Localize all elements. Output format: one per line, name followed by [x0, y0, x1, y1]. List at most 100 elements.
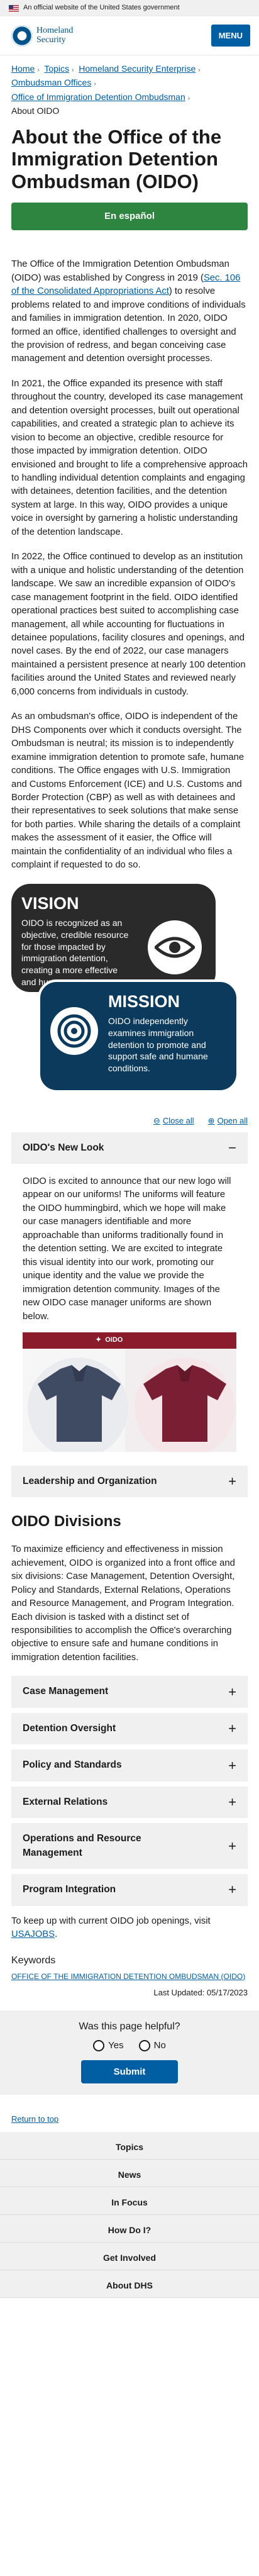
breadcrumb-oido[interactable]: Office of Immigration Detention Ombudsma…	[11, 92, 185, 102]
new-look-text: OIDO is excited to announce that our new…	[23, 1176, 231, 1322]
footer-item-topics[interactable]: Topics	[0, 2132, 259, 2160]
divisions-title: OIDO Divisions	[11, 1513, 121, 1531]
accordion-header-operations-resource[interactable]: Operations and Resource Management +	[11, 1823, 248, 1870]
menu-button[interactable]: MENU	[211, 25, 250, 47]
accordion-division: Program Integration +	[11, 1874, 248, 1906]
breadcrumb-separator-icon: ›	[94, 81, 96, 88]
breadcrumb-separator-icon: ›	[198, 67, 201, 74]
vision-title: VISION	[21, 893, 79, 913]
logo-line2: Security	[36, 35, 66, 45]
breadcrumb-topics[interactable]: Topics	[44, 64, 69, 74]
logo-line1: Homeland	[36, 25, 74, 35]
intro-paragraph-1: The Office of the Immigration Detention …	[11, 258, 248, 366]
plus-icon: +	[228, 1882, 236, 1898]
breadcrumb-separator-icon: ›	[187, 94, 190, 102]
accordion-division: External Relations +	[11, 1786, 248, 1819]
dhs-seal-icon	[11, 25, 33, 47]
accordion-division: Case Management +	[11, 1676, 248, 1708]
accordion-title: Operations and Resource Management	[23, 1833, 141, 1858]
us-flag-icon	[9, 4, 19, 12]
keyword-link-oido[interactable]: OFFICE OF THE IMMIGRATION DETENTION OMBU…	[11, 1971, 248, 1982]
breadcrumb-current: About OIDO	[11, 106, 60, 116]
accordion-title: OIDO's New Look	[23, 1142, 104, 1153]
accordion-header-case-management[interactable]: Case Management +	[11, 1676, 248, 1708]
espanol-button[interactable]: En español	[11, 203, 248, 231]
dhs-logo[interactable]: Homeland Security	[11, 25, 73, 47]
open-all-label: Open all	[217, 1115, 248, 1125]
breadcrumb-separator-icon: ›	[72, 67, 74, 74]
accordion-header-detention-oversight[interactable]: Detention Oversight +	[11, 1712, 248, 1745]
accordion-header-external-relations[interactable]: External Relations +	[11, 1786, 248, 1819]
footer-item-about-dhs[interactable]: About DHS	[0, 2270, 259, 2298]
maroon-polo-shirt-icon	[143, 1365, 226, 1442]
breadcrumb-hse[interactable]: Homeland Security Enterprise	[79, 64, 196, 74]
footer-item-news[interactable]: News	[0, 2160, 259, 2187]
plus-icon: +	[228, 1473, 236, 1490]
feedback-options: Yes No	[0, 2039, 259, 2053]
feedback-yes-radio[interactable]: Yes	[93, 2039, 124, 2053]
para1-text-a: The Office of the Immigration Detention …	[11, 259, 229, 283]
accordion-header-leadership[interactable]: Leadership and Organization +	[11, 1466, 248, 1498]
site-header: Homeland Security MENU	[0, 16, 259, 55]
hummingbird-icon: ✦	[96, 1336, 102, 1344]
mission-title: MISSION	[108, 991, 180, 1011]
accordion-controls: ⊖ Close all ⊕ Open all	[11, 1113, 248, 1132]
footer-nav: Topics News In Focus How Do I? Get Invol…	[0, 2131, 259, 2298]
gov-banner[interactable]: An official website of the United States…	[0, 0, 259, 16]
close-all-link[interactable]: ⊖ Close all	[153, 1115, 194, 1127]
mission-text: OIDO independently examines immigration …	[108, 1015, 208, 1074]
accordion-division: Operations and Resource Management +	[11, 1823, 248, 1870]
keep-up-text-a: To keep up with current OIDO job opening…	[11, 1915, 211, 1926]
breadcrumb-home[interactable]: Home	[11, 64, 35, 74]
feedback-no-label: No	[153, 2040, 166, 2051]
gov-banner-text: An official website of the United States…	[23, 4, 180, 12]
accordion-title: Detention Oversight	[23, 1722, 116, 1734]
accordion-leadership: Leadership and Organization +	[11, 1466, 248, 1498]
plus-icon: +	[228, 1794, 236, 1810]
feedback-no-radio[interactable]: No	[138, 2039, 166, 2053]
plus-icon: +	[228, 1720, 236, 1737]
breadcrumb-ombudsman-offices[interactable]: Ombudsman Offices	[11, 77, 91, 87]
last-updated: Last Updated: 05/17/2023	[153, 1988, 248, 1998]
accordion-division: Detention Oversight +	[11, 1712, 248, 1745]
radio-circle-icon	[138, 2040, 150, 2052]
close-all-label: Close all	[162, 1115, 194, 1125]
keep-up-text-b: .	[55, 1929, 58, 1940]
job-openings-text: To keep up with current OIDO job opening…	[11, 1915, 248, 1942]
uniform-brand: OIDO	[105, 1336, 123, 1344]
uniform-image: ✦ OIDO	[23, 1332, 236, 1452]
return-to-top-link[interactable]: Return to top	[11, 2114, 58, 2126]
intro-paragraph-3: In 2022, the Office continued to develop…	[11, 552, 246, 697]
para1-text-b: ) to resolve problems related to and imp…	[11, 286, 246, 364]
plus-icon: +	[228, 1683, 236, 1700]
open-all-link[interactable]: ⊕ Open all	[208, 1115, 248, 1127]
accordion-header-program-integration[interactable]: Program Integration +	[11, 1874, 248, 1906]
footer-item-how-do-i[interactable]: How Do I?	[0, 2215, 259, 2243]
vision-text: OIDO is recognized as an objective, cred…	[21, 917, 129, 988]
minus-icon: −	[228, 1139, 236, 1156]
footer-item-in-focus[interactable]: In Focus	[0, 2187, 259, 2215]
navy-polo-shirt-icon	[38, 1365, 121, 1442]
usajobs-link[interactable]: USAJOBS	[11, 1929, 55, 1939]
accordion-title: External Relations	[23, 1796, 108, 1807]
breadcrumb: Home › Topics › Homeland Security Enterpri…	[0, 55, 259, 122]
mission-card: MISSION OIDO independently examines immi…	[38, 979, 239, 1093]
plus-icon: ⊕	[207, 1115, 215, 1125]
accordion-header-new-look[interactable]: OIDO's New Look −	[11, 1132, 248, 1164]
feedback-form: Was this page helpful? Yes No Submit	[0, 2010, 259, 2095]
vision-card: VISION OIDO is recognized as an objectiv…	[11, 883, 216, 992]
breadcrumb-separator-icon: ›	[37, 67, 40, 74]
feedback-question: Was this page helpful?	[79, 2021, 180, 2032]
footer-item-get-involved[interactable]: Get Involved	[0, 2243, 259, 2270]
eye-icon	[148, 920, 202, 974]
accordion-header-policy-standards[interactable]: Policy and Standards +	[11, 1749, 248, 1781]
minus-icon: ⊖	[153, 1115, 160, 1125]
accordion-division: Policy and Standards +	[11, 1749, 248, 1781]
accordion-title: Policy and Standards	[23, 1759, 122, 1771]
submit-button[interactable]: Submit	[80, 2060, 179, 2083]
accordion-title: Program Integration	[23, 1884, 116, 1895]
target-icon	[50, 1006, 98, 1055]
accordion-title: Leadership and Organization	[23, 1476, 157, 1487]
accordion-new-look: OIDO's New Look − OIDO is excited to ann…	[11, 1132, 248, 1461]
vision-mission-graphic: VISION OIDO is recognized as an objectiv…	[11, 883, 248, 1104]
